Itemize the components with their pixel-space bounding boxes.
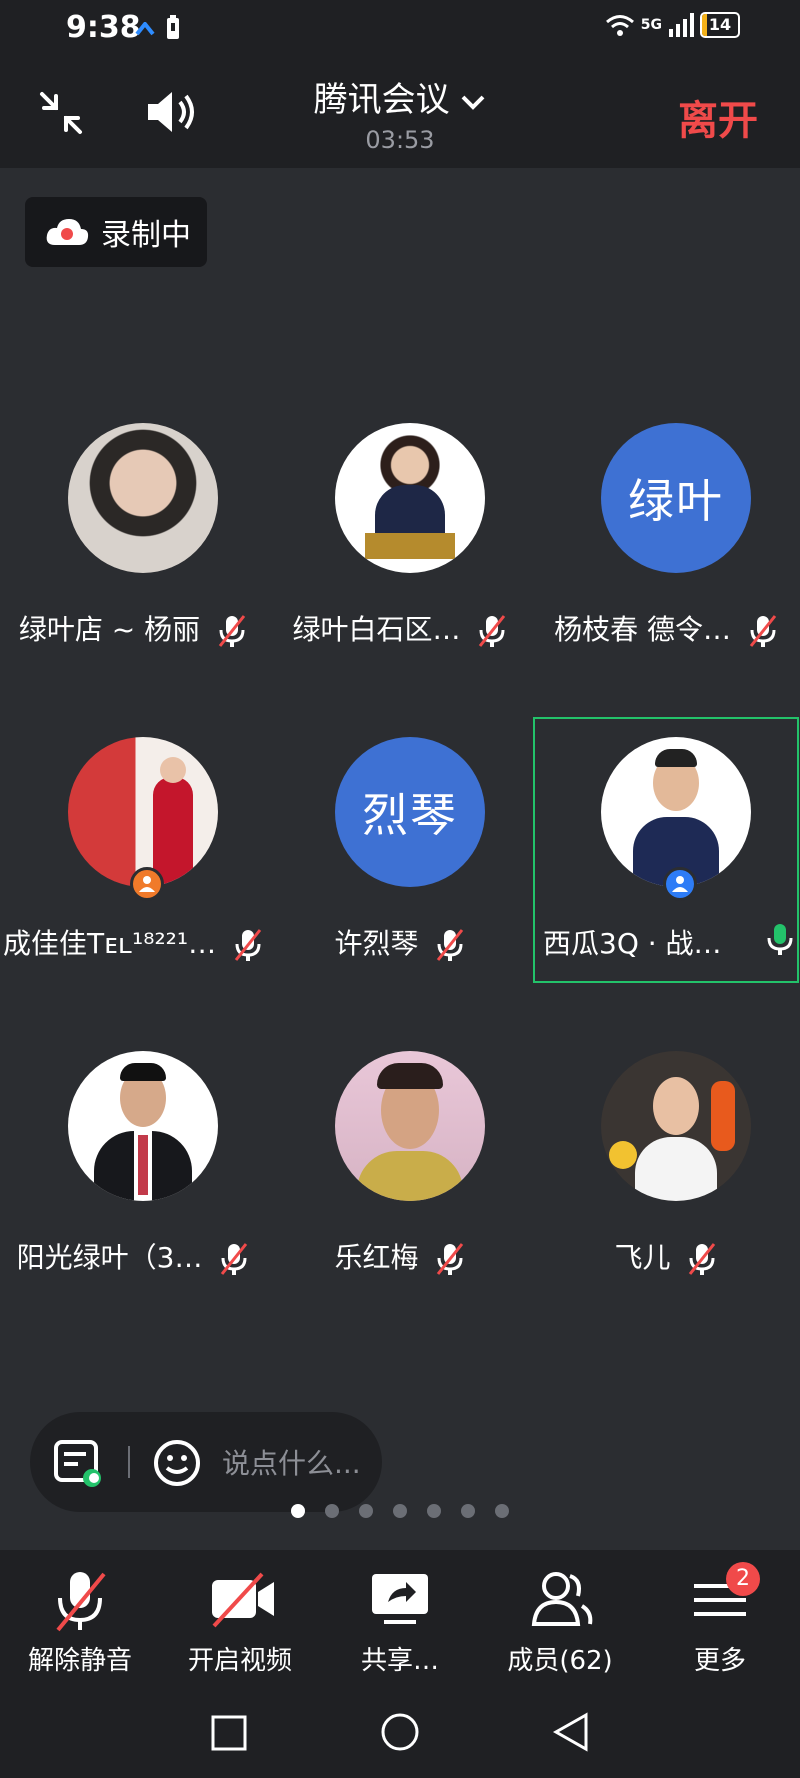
members-icon [531,1572,593,1626]
chat-toggle-icon[interactable] [54,1440,104,1488]
mic-active-icon [767,924,793,955]
mic-muted-icon [437,929,464,961]
user-icon [139,876,155,892]
avatar-initials: 烈琴 [335,737,485,887]
avatar [68,1051,218,1201]
video-off-icon [212,1572,274,1628]
members-label: 成员(62) [507,1646,613,1676]
mic-muted-icon [234,929,262,961]
mic-muted-icon [218,615,246,647]
status-right: 5G 14 [605,12,740,38]
participant-name: 杨枝春 德令… [554,613,731,646]
chat-input-placeholder[interactable]: 说点什么... [222,1442,361,1482]
wifi-icon [605,15,634,36]
participant-tile[interactable]: 成佳佳Tᴇʟ¹⁸²²¹… [0,737,266,999]
status-time: 9:38 [66,10,141,45]
participant-tile[interactable]: 飞儿 [533,1051,799,1313]
cloud-sync-icon [135,22,155,36]
page-dot[interactable] [359,1504,373,1518]
unmute-button[interactable]: 解除静音 [0,1550,160,1690]
mic-muted-icon [479,615,506,647]
participant-tile[interactable]: 乐红梅 [267,1051,533,1313]
status-bar: 9:38 5G 14 [0,0,800,58]
mic-muted-icon [437,1243,464,1275]
participant-tile[interactable]: 烈琴 许烈琴 [267,737,533,999]
participant-tile[interactable]: 绿叶白石区… [267,423,533,685]
battery-icon: 14 [700,12,740,38]
participant-name: 许烈琴 [334,927,419,960]
host-badge [663,867,697,901]
participant-tile[interactable]: 阳光绿叶（3… [0,1051,266,1313]
avatar-initials: 绿叶 [601,423,751,573]
participant-name: 阳光绿叶（3… [16,1241,203,1274]
mic-muted-icon [56,1572,106,1632]
page-dot[interactable] [495,1504,509,1518]
battery-saver-icon [167,15,179,39]
more-button[interactable]: 更多 [640,1550,800,1690]
mic-muted-icon [689,1243,716,1275]
page-dot[interactable] [393,1504,407,1518]
avatar [335,423,485,573]
emoji-icon[interactable] [152,1438,202,1488]
leave-button[interactable]: 离开 [678,88,758,146]
participant-name: 西瓜3Q · 战… [543,927,722,960]
participant-tile[interactable]: 绿叶店 ~ 杨丽 [0,423,266,685]
members-button[interactable]: 成员(62) [480,1550,640,1690]
notification-badge: 2 [726,1562,760,1596]
mic-muted-icon [749,615,777,647]
user-icon [672,876,688,892]
share-button[interactable]: 共享… [320,1550,480,1690]
network-type: 5G [640,17,662,33]
participant-name: 绿叶白石区… [292,613,461,646]
participant-name: 乐红梅 [334,1241,419,1274]
participant-name: 成佳佳Tᴇʟ¹⁸²²¹… [2,927,217,960]
recent-apps-icon[interactable] [210,1714,248,1752]
start-video-label: 开启视频 [187,1646,292,1676]
share-label: 共享… [360,1646,439,1676]
cloud-record-icon [46,219,89,245]
participant-name: 飞儿 [614,1241,671,1274]
meeting-header: 腾讯会议 03:53 离开 [0,58,800,168]
recording-indicator[interactable]: 录制中 [25,197,207,267]
divider [128,1446,130,1478]
mic-muted-icon [221,1243,248,1275]
unmute-label: 解除静音 [27,1646,132,1676]
signal-icon [669,13,694,37]
chat-bar[interactable]: 说点什么... [30,1412,382,1512]
avatar [601,737,751,887]
page-dot[interactable] [291,1504,305,1518]
chevron-down-icon [461,95,485,110]
system-nav-bar [0,1690,800,1778]
page-indicator [0,1503,800,1522]
participant-tile-active-speaker[interactable]: 西瓜3Q · 战… [533,737,799,999]
home-icon[interactable] [380,1712,420,1752]
recording-label: 录制中 [101,218,191,253]
participant-name: 绿叶店 ~ 杨丽 [18,613,201,646]
meeting-toolbar: 解除静音 开启视频 共享… 成员(62) 更多 [0,1550,800,1690]
avatar [68,423,218,573]
avatar [68,737,218,887]
back-icon[interactable] [552,1712,590,1752]
page-dot[interactable] [461,1504,475,1518]
share-screen-icon [372,1574,428,1624]
participant-tile[interactable]: 绿叶 杨枝春 德令… [533,423,799,685]
page-dot[interactable] [427,1504,441,1518]
page-dot[interactable] [325,1504,339,1518]
host-badge [130,867,164,901]
avatar [335,1051,485,1201]
more-label: 更多 [693,1646,746,1676]
avatar [601,1051,751,1201]
start-video-button[interactable]: 开启视频 [160,1550,320,1690]
